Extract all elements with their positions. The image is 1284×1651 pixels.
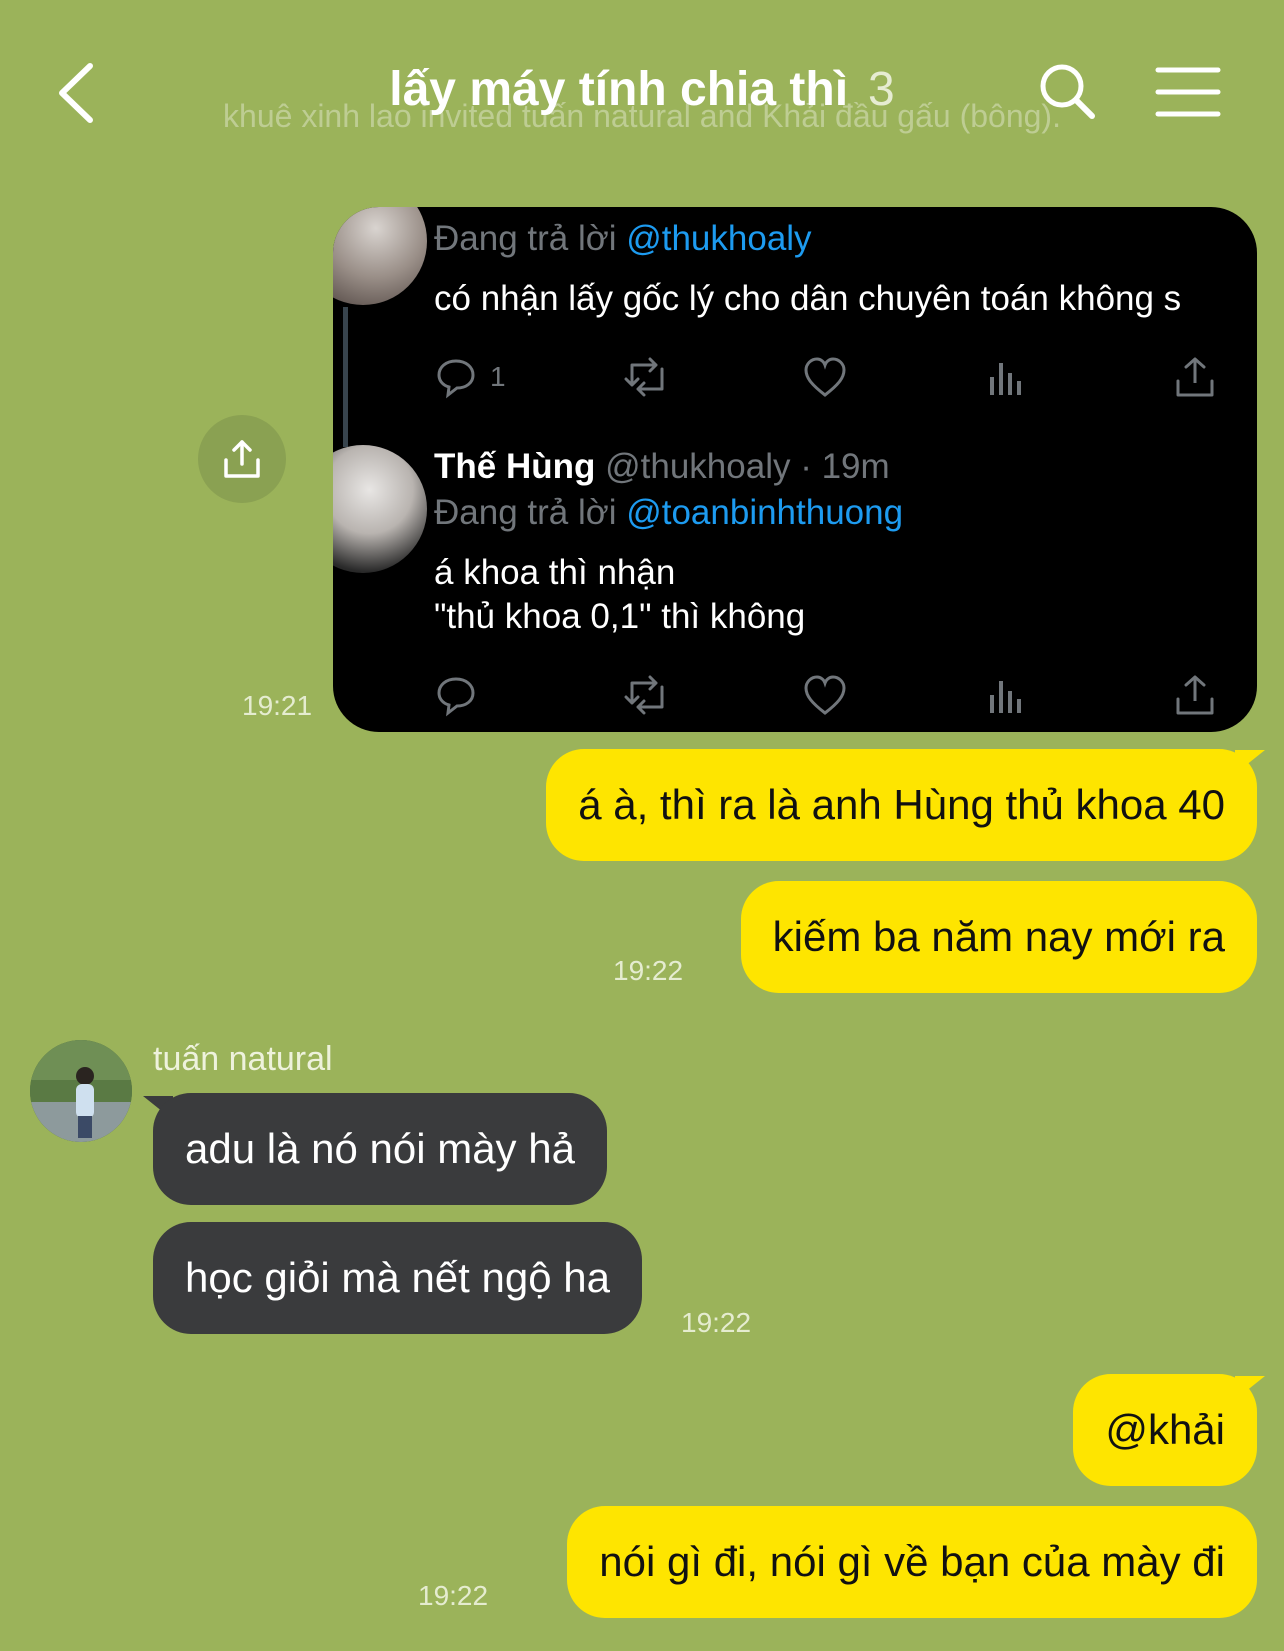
my-message-bubble[interactable]: nói gì đi, nói gì về bạn của mày đi <box>567 1506 1257 1618</box>
views-icon <box>990 681 1021 713</box>
retweet-icon <box>624 675 664 715</box>
tweet-text-2-line1: á khoa thì nhận <box>434 553 676 592</box>
replying-to-1: Đang trả lời @thukhoaly <box>434 219 812 259</box>
replying-to-handle-1[interactable]: @thukhoaly <box>626 219 811 258</box>
share-button[interactable] <box>198 415 286 503</box>
chat-title-text: lấy máy tính chia thì <box>389 63 849 116</box>
their-message-bubble[interactable]: adu là nó nói mày hả <box>153 1093 607 1205</box>
avatar[interactable] <box>30 1040 132 1142</box>
retweet-icon <box>624 357 664 397</box>
like-icon <box>804 357 846 397</box>
reply-count: 1 <box>490 361 506 392</box>
sender-name: tuấn natural <box>153 1040 333 1078</box>
replying-to-handle-2[interactable]: @toanbinhthuong <box>626 493 903 532</box>
menu-button[interactable] <box>1155 64 1221 120</box>
their-message-bubble[interactable]: học giỏi mà nết ngộ ha <box>153 1222 642 1334</box>
tweet-text-1: có nhận lấy gốc lý cho dân chuyên toán k… <box>434 279 1182 318</box>
tweet-text-2-line2: "thủ khoa 0,1" thì không <box>434 597 806 636</box>
replying-to-label-2: Đang trả lời <box>434 493 617 532</box>
tweet-handle-time: @thukhoaly · 19m <box>605 447 890 486</box>
tweet-actions-1: 1 <box>434 355 1254 403</box>
message-time: 19:21 <box>242 690 313 721</box>
member-count: 3 <box>868 63 895 116</box>
chat-header: khuê xinh lao invited tuấn natural and K… <box>0 0 1284 170</box>
avatar-photo <box>30 1040 132 1142</box>
like-icon <box>804 675 846 715</box>
tweet-screenshot-image[interactable]: Đang trả lời @thukhoaly có nhận lấy gốc … <box>333 207 1257 732</box>
my-message-bubble[interactable]: kiếm ba năm nay mới ra <box>740 881 1257 993</box>
views-icon <box>990 363 1021 395</box>
message-time: 19:22 <box>613 955 684 986</box>
tweet-share-icon <box>1176 675 1214 715</box>
reply-icon <box>437 677 475 717</box>
my-message-bubble[interactable]: @khải <box>1073 1374 1257 1486</box>
tweet-avatar-2 <box>333 445 427 573</box>
tweet-author-name[interactable]: Thế Hùng <box>434 447 595 486</box>
reply-icon <box>437 359 475 399</box>
message-time: 19:22 <box>418 1580 489 1611</box>
thread-line <box>343 307 348 447</box>
menu-icon <box>1155 67 1221 117</box>
share-icon <box>224 440 260 478</box>
search-button[interactable] <box>1038 62 1098 122</box>
tweet-share-icon <box>1176 357 1214 397</box>
replying-to-label-1: Đang trả lời <box>434 219 617 258</box>
tweet-actions-2 <box>434 673 1254 721</box>
tweet-author-line: Thế Hùng @thukhoaly · 19m <box>434 447 890 487</box>
tweet-avatar-1 <box>333 207 427 305</box>
search-icon <box>1040 64 1095 119</box>
replying-to-2: Đang trả lời @toanbinhthuong <box>434 493 903 533</box>
message-time: 19:22 <box>681 1307 752 1338</box>
my-message-bubble[interactable]: á à, thì ra là anh Hùng thủ khoa 40 <box>546 749 1257 861</box>
